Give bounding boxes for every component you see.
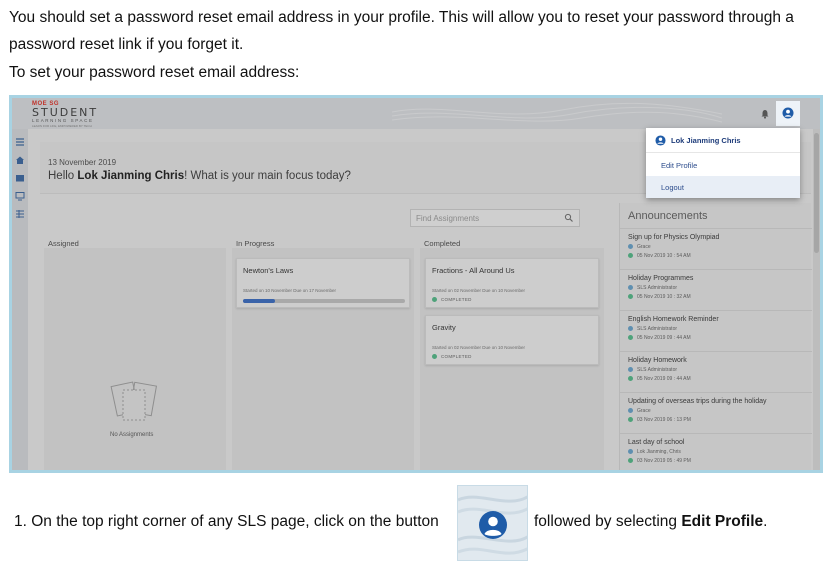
bell-icon[interactable] [760, 109, 770, 119]
intro-paragraph: You should set a password reset email ad… [9, 4, 829, 58]
profile-button-zoom-image [457, 485, 528, 561]
user-icon [628, 449, 633, 454]
clock-icon [628, 294, 633, 299]
announcement-item[interactable]: Holiday Homework SLS Administrator 05 No… [620, 351, 812, 391]
sls-screenshot: MOE SG STUDENT LEARNING SPACE LEARN FOR … [9, 95, 823, 473]
completed-status: COMPLETED [432, 297, 472, 302]
user-icon [628, 367, 633, 372]
clock-icon [628, 376, 633, 381]
announcement-item[interactable]: Updating of overseas trips during the ho… [620, 392, 812, 432]
menu-icon[interactable] [15, 137, 25, 147]
status-dot-icon [432, 297, 437, 302]
scrollbar-thumb[interactable] [814, 133, 819, 253]
menu-user-header: Lok Jianming Chris [646, 128, 800, 153]
empty-clipboard-icon [110, 381, 158, 421]
clock-icon [628, 335, 633, 340]
progress-fill [243, 299, 276, 303]
clock-icon [628, 417, 633, 422]
column-header-assigned: Assigned [48, 239, 79, 248]
logo-tagline: LEARN FOR LIFE, EMPOWERED BY TECH [32, 124, 92, 128]
top-bar: MOE SG STUDENT LEARNING SPACE LEARN FOR … [12, 98, 820, 129]
assignment-card-gravity[interactable]: Gravity Started on 02 November Due on 10… [425, 315, 599, 365]
search-icon[interactable] [564, 213, 574, 223]
logout-menu-item[interactable]: Logout [646, 176, 800, 198]
current-date: 13 November 2019 [48, 158, 117, 167]
announcements-panel: Announcements Sign up for Physics Olympi… [619, 203, 812, 470]
completed-status: COMPLETED [432, 354, 472, 359]
user-icon [628, 326, 633, 331]
announcement-item[interactable]: Sign up for Physics Olympiad Grace 05 No… [620, 228, 812, 268]
page-scrollbar[interactable] [813, 129, 820, 470]
card-title: Gravity [432, 323, 456, 332]
user-avatar-icon [655, 135, 666, 146]
intro-line-2: password reset link if you forget it. [9, 36, 244, 53]
home-icon[interactable] [15, 155, 25, 165]
folder-icon[interactable] [15, 173, 25, 183]
card-title: Fractions - All Around Us [432, 266, 515, 275]
clock-icon [628, 458, 633, 463]
step-1-text: 1. On the top right corner of any SLS pa… [14, 513, 439, 530]
announcement-item[interactable]: Last day of school Lok Jianming, Chris 0… [620, 433, 812, 470]
user-avatar-icon [782, 107, 794, 119]
column-header-completed: Completed [424, 239, 461, 248]
card-dates: Started on 02 November Due on 10 Novembe… [432, 288, 526, 293]
sls-logo[interactable]: MOE SG STUDENT LEARNING SPACE LEARN FOR … [32, 101, 98, 128]
step-1-followup: followed by selecting Edit Profile. [534, 513, 768, 530]
assigned-column [44, 248, 226, 470]
greeting-text: Hello Lok Jianming Chris! What is your m… [48, 170, 351, 182]
edit-profile-menu-item[interactable]: Edit Profile [646, 154, 800, 176]
announcement-item[interactable]: Holiday Programmes SLS Administrator 05 … [620, 269, 812, 309]
announcements-title: Announcements [628, 210, 708, 222]
card-dates: Started on 10 November Due on 17 Novembe… [243, 288, 337, 293]
card-title: Newton's Laws [243, 266, 294, 275]
progress-bar [243, 299, 405, 303]
profile-dropdown-menu: Lok Jianming Chris Edit Profile Logout [646, 128, 800, 198]
monitor-icon[interactable] [15, 191, 25, 201]
logo-name: STUDENT [32, 106, 99, 119]
user-icon [628, 244, 633, 249]
assignment-card-fractions[interactable]: Fractions - All Around Us Started on 02 … [425, 258, 599, 308]
grid-icon[interactable] [15, 209, 25, 219]
find-assignments-input[interactable]: Find Assignments [410, 209, 580, 227]
profile-avatar-button[interactable] [776, 101, 800, 126]
status-dot-icon [432, 354, 437, 359]
announcement-item[interactable]: English Homework Reminder SLS Administra… [620, 310, 812, 350]
search-placeholder: Find Assignments [416, 214, 480, 223]
greeting-user-name: Lok Jianming Chris [77, 170, 185, 182]
user-avatar-icon [479, 511, 507, 539]
assignment-card-newtons-laws[interactable]: Newton's Laws Started on 10 November Due… [236, 258, 410, 308]
edit-profile-emphasis: Edit Profile [681, 513, 764, 530]
column-header-in-progress: In Progress [236, 239, 275, 248]
no-assignments-label: No Assignments [110, 432, 154, 438]
left-nav-rail [12, 129, 28, 470]
intro-line-3: To set your password reset email address… [9, 64, 300, 81]
menu-user-name: Lok Jianming Chris [671, 136, 741, 145]
wave-decoration [392, 102, 722, 123]
user-icon [628, 408, 633, 413]
intro-line-1: You should set a password reset email ad… [9, 9, 794, 26]
clock-icon [628, 253, 633, 258]
user-icon [628, 285, 633, 290]
card-dates: Started on 02 November Due on 10 Novembe… [432, 345, 526, 350]
